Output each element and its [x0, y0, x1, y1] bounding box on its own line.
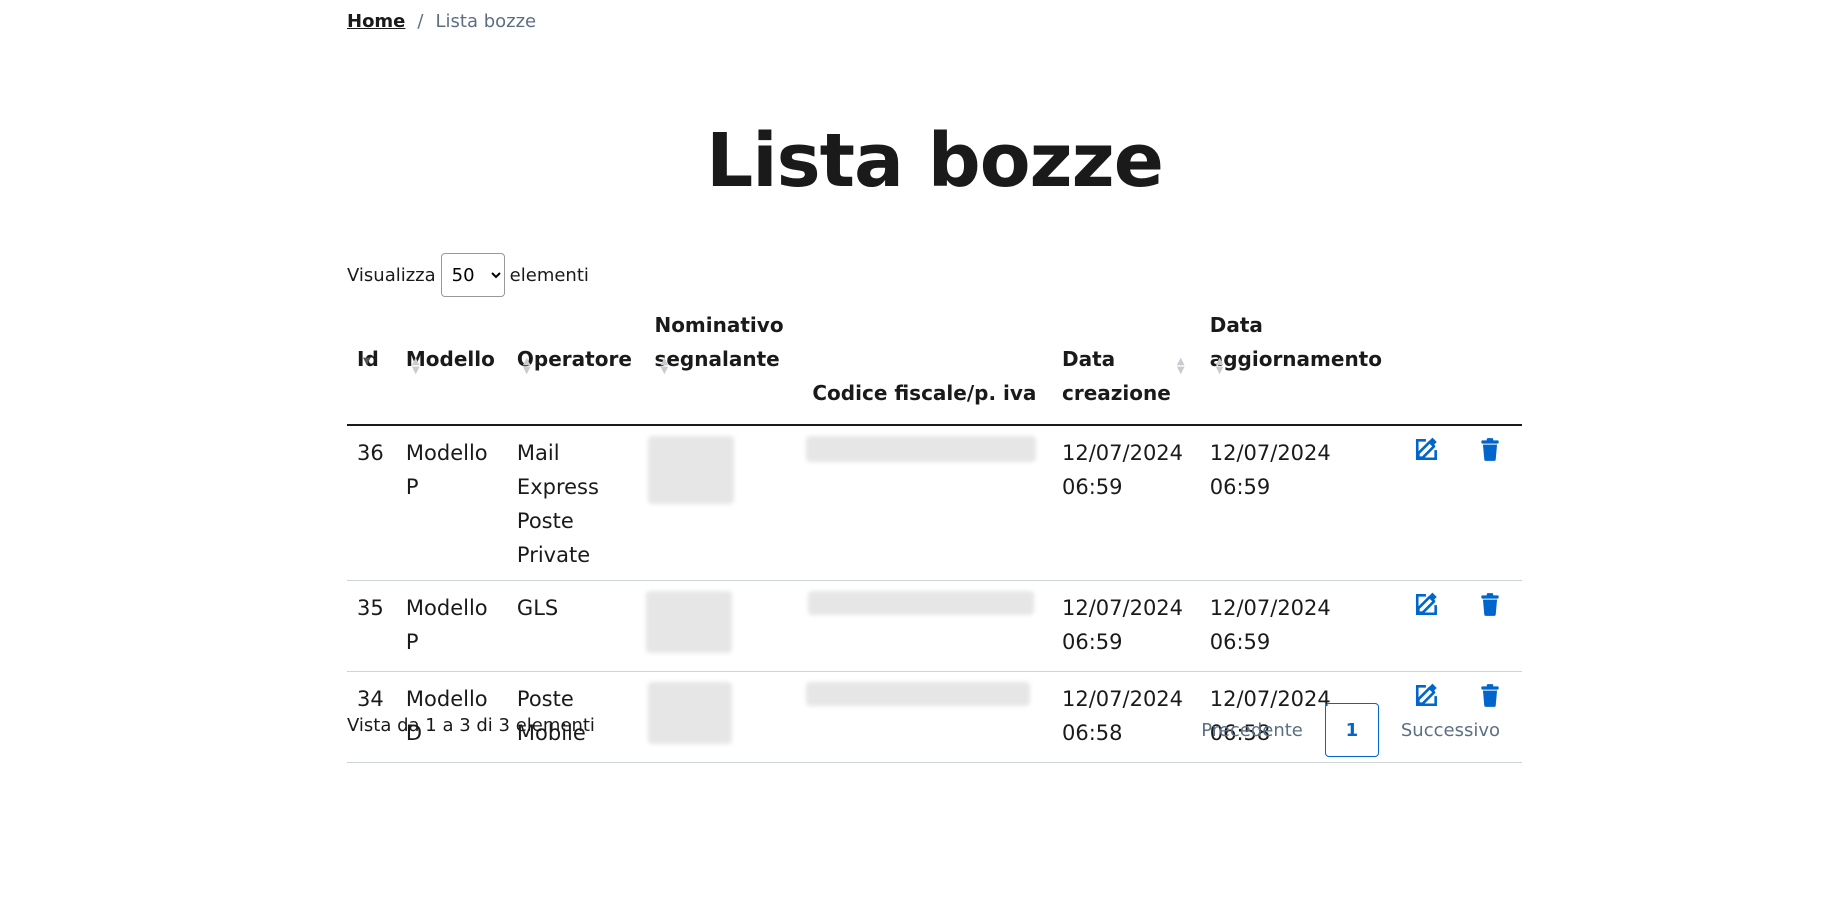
- cell-data-creazione: 12/07/2024 06:59: [1051, 580, 1200, 672]
- cell-nominativo: [644, 580, 803, 672]
- cell-modello-value: Modello P: [405, 441, 488, 499]
- trash-icon[interactable]: [1476, 436, 1504, 464]
- breadcrumb: Home / Lista bozze: [347, 11, 536, 32]
- page-title: Lista bozze: [706, 118, 1164, 204]
- cell-creazione-time: 06:59: [1061, 475, 1123, 499]
- cell-creazione-time: 06:58: [1061, 721, 1123, 745]
- cell-modello: Modello P: [395, 425, 507, 581]
- cell-data-creazione: 12/07/2024 06:58: [1051, 671, 1200, 763]
- cell-data-creazione: 12/07/2024 06:59: [1051, 425, 1200, 581]
- page-length-control: Visualizza 50 elementi: [347, 253, 589, 297]
- page-length-select[interactable]: 50: [440, 253, 505, 297]
- cell-id: 36: [347, 425, 396, 581]
- cell-operatore-line: Poste: [516, 509, 574, 533]
- column-header-operatore-label: Operatore: [516, 347, 632, 371]
- cell-creazione-date: 12/07/2024: [1061, 441, 1184, 465]
- cell-aggiornamento-date: 12/07/2024: [1209, 441, 1331, 465]
- column-header-operatore[interactable]: Operatore ▲ ▼: [506, 300, 645, 426]
- cell-data-aggiornamento: 12/07/2024 06:59: [1199, 580, 1396, 672]
- breadcrumb-current: Lista bozze: [435, 11, 537, 32]
- column-header-id[interactable]: Id ▼: [347, 300, 396, 426]
- column-header-codice-label: Codice fiscale/p. iva: [812, 381, 1037, 405]
- cell-operatore-line: Mail Express: [516, 441, 599, 499]
- cell-aggiornamento-date: 12/07/2024: [1209, 596, 1331, 620]
- trash-icon[interactable]: [1476, 591, 1504, 619]
- pagination: Precedente 1 Successivo: [1179, 703, 1522, 757]
- cell-id-value: 35: [357, 596, 384, 620]
- column-header-aggiornamento-line2: aggiornamento: [1209, 347, 1382, 371]
- column-header-modello[interactable]: Modello ▲ ▼: [395, 300, 507, 426]
- cell-id-value: 34: [357, 687, 384, 711]
- drafts-table: Id ▼ Modello ▲ ▼ Operatore ▲ ▼ Nominativo seg…: [347, 300, 1522, 763]
- cell-nominativo: [644, 671, 803, 763]
- redacted-codice-fiscale: [806, 436, 1037, 462]
- pagination-next[interactable]: Successivo: [1379, 720, 1522, 741]
- cell-codice-fiscale: [802, 425, 1052, 581]
- cell-codice-fiscale: [802, 580, 1052, 672]
- redacted-nominativo: [648, 682, 733, 744]
- sort-icon: ▼: [363, 356, 371, 367]
- column-header-creazione-line1: Data: [1061, 347, 1116, 371]
- cell-creazione-date: 12/07/2024: [1061, 596, 1184, 620]
- cell-aggiornamento-time: 06:59: [1209, 475, 1271, 499]
- table-header-row: Id ▼ Modello ▲ ▼ Operatore ▲ ▼ Nominativo seg…: [347, 300, 1522, 426]
- cell-edit: [1395, 580, 1459, 672]
- cell-data-aggiornamento: 12/07/2024 06:59: [1199, 425, 1396, 581]
- cell-creazione-time: 06:59: [1061, 630, 1123, 654]
- column-header-delete: [1458, 300, 1522, 426]
- column-header-creazione-line2: creazione: [1061, 381, 1171, 405]
- sort-icon: ▲ ▼: [660, 356, 669, 376]
- table-row: 35 Modello P GLS 12/07/2024 06:59 12/07/2024 0…: [347, 580, 1522, 672]
- sort-icon: ▲ ▼: [411, 356, 420, 376]
- cell-edit: [1395, 425, 1459, 581]
- column-header-data-creazione[interactable]: Data creazione ▲ ▼: [1051, 300, 1200, 426]
- breadcrumb-home-link[interactable]: Home: [347, 11, 405, 32]
- column-header-aggiornamento-line1: Data: [1209, 313, 1263, 337]
- column-header-nominativo-line2: segnalante: [654, 347, 780, 371]
- sort-icon: ▲ ▼: [1176, 356, 1185, 376]
- pagination-previous[interactable]: Precedente: [1179, 720, 1325, 741]
- edit-icon[interactable]: [1413, 591, 1441, 619]
- table-info: Vista da 1 a 3 di 3 elementi: [347, 715, 595, 736]
- column-header-codice-fiscale[interactable]: Codice fiscale/p. iva: [802, 300, 1052, 426]
- cell-id-value: 36: [357, 441, 384, 465]
- page-length-suffix: elementi: [509, 264, 589, 286]
- cell-delete: [1458, 425, 1522, 581]
- pagination-page-current[interactable]: 1: [1324, 703, 1379, 757]
- column-header-nominativo-line1: Nominativo: [654, 313, 784, 337]
- page-length-prefix: Visualizza: [347, 264, 436, 286]
- column-header-data-aggiornamento[interactable]: Data aggiornamento ▲ ▼: [1199, 300, 1396, 426]
- column-header-nominativo[interactable]: Nominativo segnalante ▲ ▼: [644, 300, 803, 426]
- cell-operatore-line: GLS: [516, 596, 559, 620]
- cell-creazione-date: 12/07/2024: [1061, 687, 1184, 711]
- cell-id: 35: [347, 580, 396, 672]
- cell-modello-value: Modello P: [405, 596, 488, 654]
- sort-icon: ▲ ▼: [1215, 356, 1224, 376]
- table-row: 36 Modello P Mail Express Poste Private 12/07…: [347, 425, 1522, 581]
- redacted-codice-fiscale: [808, 591, 1035, 615]
- redacted-nominativo: [646, 591, 733, 653]
- cell-operatore: Mail Express Poste Private: [506, 425, 645, 581]
- breadcrumb-separator: /: [417, 11, 424, 32]
- redacted-codice-fiscale: [806, 682, 1031, 706]
- column-header-edit: [1395, 300, 1459, 426]
- cell-modello: Modello P: [395, 580, 507, 672]
- cell-codice-fiscale: [802, 671, 1052, 763]
- redacted-nominativo: [648, 436, 735, 504]
- cell-operatore: GLS: [506, 580, 645, 672]
- cell-delete: [1458, 580, 1522, 672]
- cell-operatore-line: Poste: [516, 687, 574, 711]
- sort-icon: ▲ ▼: [522, 356, 531, 376]
- cell-operatore-line: Private: [516, 543, 591, 567]
- cell-aggiornamento-time: 06:59: [1209, 630, 1271, 654]
- cell-nominativo: [644, 425, 803, 581]
- edit-icon[interactable]: [1413, 436, 1441, 464]
